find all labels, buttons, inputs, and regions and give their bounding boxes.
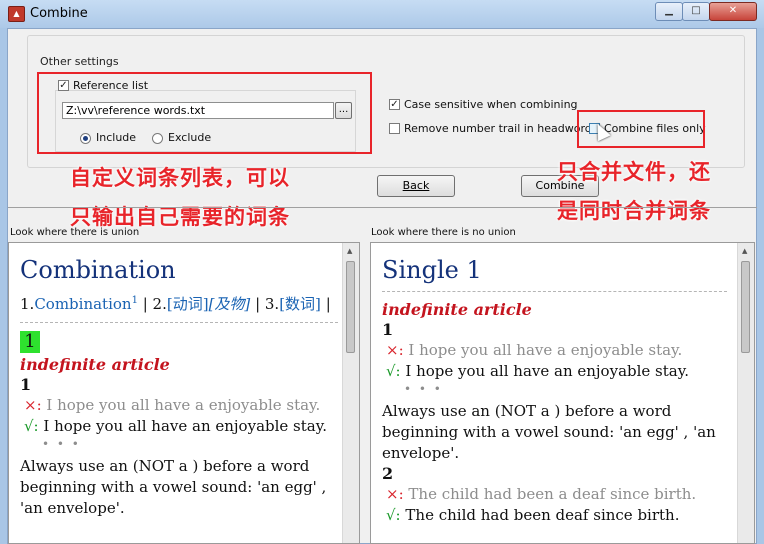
correct-example: √: I hope you all have an enjoyable stay… — [24, 417, 327, 435]
usage-note: Always use an (NOT a ) before a word beg… — [20, 457, 327, 517]
sense-separator: | 2. — [137, 295, 167, 313]
no-union-preview-pane[interactable]: Single 1 indefinite article 1 ×: I hope … — [370, 242, 755, 544]
divider — [382, 291, 727, 292]
right-scrollbar[interactable]: ▲ — [737, 243, 754, 543]
wrong-example: ×: The child had been a deaf since birth… — [386, 485, 697, 503]
sense-tail: | — [320, 295, 331, 313]
sense-number: 1. — [20, 295, 35, 313]
app-icon: ▲ — [8, 6, 25, 22]
check-icon: √: — [24, 417, 39, 435]
sense-link-verb[interactable]: [动词] — [167, 295, 209, 313]
remove-number-trail-label: Remove number trail in headword — [404, 122, 592, 135]
scroll-thumb[interactable] — [346, 261, 355, 353]
separator-line — [8, 207, 757, 208]
entry-headword: Combination — [20, 256, 176, 284]
case-sensitive-checkbox[interactable]: ✓ — [389, 99, 400, 110]
definition-number: 1 — [20, 375, 32, 394]
maximize-button[interactable]: □ — [682, 2, 710, 21]
entry-headword: Single 1 — [382, 256, 482, 284]
wrong-example: ×: I hope you all have a enjoyable stay. — [386, 341, 683, 359]
check-icon: √: — [386, 362, 401, 380]
part-of-speech: indefinite article — [20, 355, 170, 374]
sense-link-transitive[interactable]: [及物] — [209, 295, 251, 313]
correct-example: √: The child had been deaf since birth. — [386, 506, 680, 524]
other-settings-label: Other settings — [38, 55, 121, 68]
reference-highlight-box — [37, 72, 372, 154]
scroll-thumb[interactable] — [741, 261, 750, 353]
title-bar[interactable]: ▲ Combine ▁ □ ✕ — [0, 0, 764, 28]
cross-icon: ×: — [24, 396, 42, 414]
check-icon: √: — [386, 506, 401, 524]
definition-number: 2 — [382, 464, 394, 483]
divider — [20, 322, 338, 323]
more-dots: • • • — [404, 382, 443, 396]
wrong-example: ×: I hope you all have a enjoyable stay. — [24, 396, 321, 414]
left-pane-caption: Look where there is union — [10, 227, 140, 238]
left-scrollbar[interactable]: ▲ — [342, 243, 359, 543]
correct-example: √: I hope you all have an enjoyable stay… — [386, 362, 689, 380]
window-title: Combine — [30, 6, 88, 21]
usage-note: Always use an (NOT a ) before a word beg… — [382, 402, 716, 462]
definition-number: 1 — [382, 320, 394, 339]
minimize-button[interactable]: ▁ — [655, 2, 683, 21]
annotation-left-line-1: 自定义词条列表，可以 — [70, 166, 290, 190]
scroll-up-icon[interactable]: ▲ — [742, 247, 747, 255]
part-of-speech: indefinite article — [382, 300, 532, 319]
remove-number-trail-checkbox[interactable] — [389, 123, 400, 134]
entry-badge: 1 — [20, 331, 40, 353]
right-pane-caption: Look where there is no union — [371, 227, 516, 238]
union-preview-pane[interactable]: Combination 1.Combination1 | 2.[动词][及物] … — [8, 242, 360, 544]
case-sensitive-label: Case sensitive when combining — [404, 98, 578, 111]
scroll-up-icon[interactable]: ▲ — [347, 247, 352, 255]
back-button[interactable]: Back — [377, 175, 455, 197]
cross-icon: ×: — [386, 485, 404, 503]
sense-link-numeral[interactable]: [数词] — [279, 295, 321, 313]
annotation-right-line-2: 是同时合并词条 — [557, 199, 711, 223]
sense-separator: | 3. — [250, 295, 280, 313]
more-dots: • • • — [42, 437, 81, 451]
sense-link-combination[interactable]: Combination — [34, 295, 131, 313]
annotation-right-line-1: 只合并文件，还 — [557, 160, 711, 184]
close-button[interactable]: ✕ — [709, 2, 757, 21]
cross-icon: ×: — [386, 341, 404, 359]
sense-links: 1.Combination1 | 2.[动词][及物] | 3.[数词] | — [20, 291, 338, 314]
